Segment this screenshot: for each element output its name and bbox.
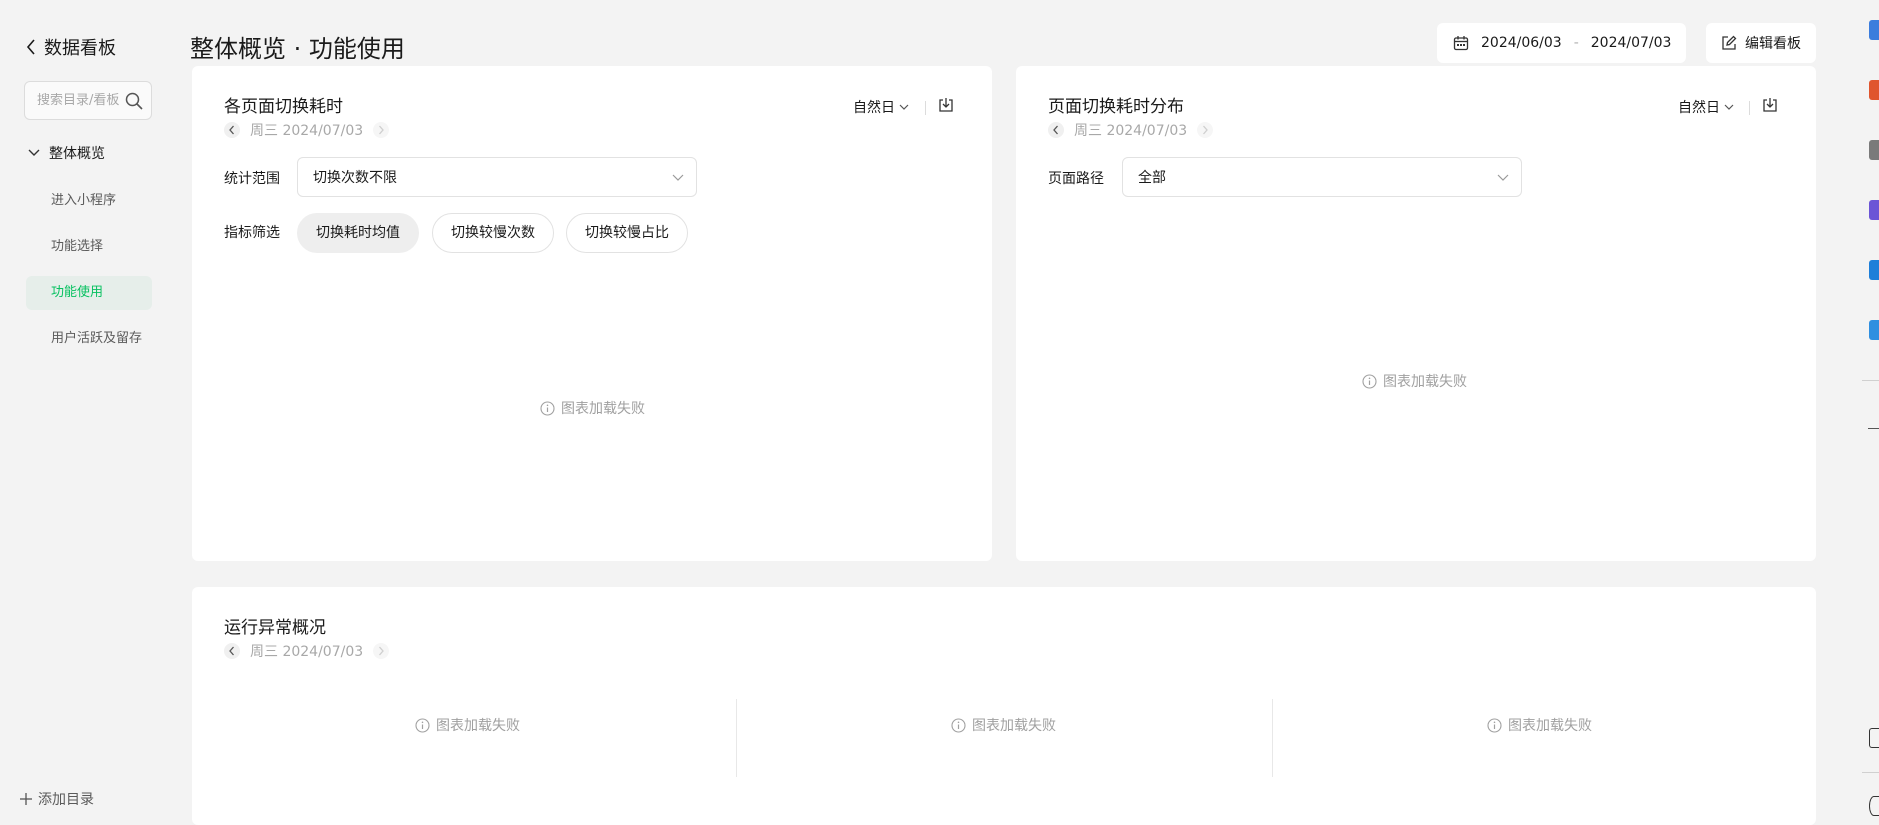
page-path-label: 页面路径 — [1048, 171, 1104, 187]
chart-load-failed: 图表加载失败 — [951, 715, 1056, 735]
range-select-value: 切换次数不限 — [313, 170, 397, 186]
page-path-select-value: 全部 — [1138, 170, 1166, 186]
tree-group-label: 整体概览 — [49, 146, 105, 162]
card-switch-time-distribution: 页面切换耗时分布 周三 2024/07/03 自然日 页面路径 全部 图表加载失… — [1016, 66, 1816, 561]
card-title: 页面切换耗时分布 — [1048, 97, 1184, 117]
edit-dashboard-button[interactable]: 编辑看板 — [1706, 23, 1816, 63]
card-runtime-exceptions: 运行异常概况 周三 2024/07/03 图表加载失败 图表加载失败 图表加载失… — [192, 587, 1816, 825]
chart-load-failed: 图表加载失败 — [540, 398, 645, 418]
next-day-button[interactable] — [373, 122, 390, 138]
sidebar-item-feature-selection[interactable]: 功能选择 — [26, 230, 152, 264]
metric-filter-label: 指标筛选 — [224, 225, 280, 241]
chevron-down-icon — [899, 104, 909, 110]
app-icon-5[interactable] — [1869, 260, 1879, 280]
date-navigator: 周三 2024/07/03 — [224, 120, 390, 140]
prev-day-button[interactable] — [224, 643, 240, 659]
chart-load-failed-text: 图表加载失败 — [1383, 374, 1467, 390]
chevron-down-icon — [1724, 104, 1734, 110]
granularity-dropdown[interactable]: 自然日 — [1678, 97, 1734, 117]
add-directory-label: 添加目录 — [38, 792, 94, 808]
page-path-select[interactable]: 全部 — [1122, 157, 1522, 197]
current-date-label: 周三 2024/07/03 — [250, 123, 364, 139]
prev-day-button[interactable] — [1048, 122, 1064, 138]
chevron-left-icon — [26, 39, 36, 55]
minus-icon[interactable] — [1868, 428, 1879, 429]
chart-load-failed-text: 图表加载失败 — [436, 718, 520, 734]
app-icon-6[interactable] — [1869, 320, 1879, 340]
current-date-label: 周三 2024/07/03 — [250, 644, 364, 660]
info-icon — [415, 717, 430, 733]
tree-group-overview[interactable]: 整体概览 — [28, 143, 105, 163]
granularity-value: 自然日 — [1678, 100, 1720, 116]
back-label: 数据看板 — [44, 38, 116, 59]
chart-load-failed-text: 图表加载失败 — [972, 718, 1056, 734]
metric-slow-switch-count[interactable]: 切换较慢次数 — [432, 213, 554, 253]
divider — [925, 101, 926, 115]
date-navigator: 周三 2024/07/03 — [224, 641, 390, 661]
range-select[interactable]: 切换次数不限 — [297, 157, 697, 197]
search-icon[interactable] — [125, 92, 143, 110]
granularity-dropdown[interactable]: 自然日 — [853, 97, 909, 117]
rail-divider — [1862, 380, 1879, 381]
range-label: 统计范围 — [224, 171, 280, 187]
download-icon[interactable] — [938, 97, 954, 113]
sidebar-item-user-activity-retention[interactable]: 用户活跃及留存 — [26, 322, 152, 356]
info-icon — [951, 717, 966, 733]
chart-load-failed-text: 图表加载失败 — [1508, 718, 1592, 734]
date-start[interactable]: 2024/06/03 — [1481, 35, 1562, 51]
prev-day-button[interactable] — [224, 122, 240, 138]
card-page-switch-time: 各页面切换耗时 周三 2024/07/03 自然日 统计范围 切换次数不限 指标… — [192, 66, 992, 561]
info-icon — [1362, 373, 1377, 389]
calendar-icon — [1453, 35, 1469, 51]
add-directory-button[interactable]: 添加目录 — [20, 789, 94, 809]
sidebar: 数据看板 整体概览 进入小程序 功能选择 功能使用 用户活跃及留存 添加目录 — [0, 0, 180, 825]
chart-load-failed-text: 图表加载失败 — [561, 401, 645, 417]
edit-icon — [1721, 35, 1737, 51]
app-icon-2[interactable] — [1869, 80, 1879, 100]
metric-slow-switch-ratio[interactable]: 切换较慢占比 — [566, 213, 688, 253]
sidebar-search-box[interactable] — [24, 81, 152, 120]
next-day-button[interactable] — [373, 643, 390, 659]
page-title: 整体概览 · 功能使用 — [190, 35, 405, 63]
info-icon — [540, 400, 555, 416]
date-separator: - — [1573, 35, 1579, 51]
card-title: 运行异常概况 — [224, 618, 326, 638]
edit-dashboard-label: 编辑看板 — [1745, 36, 1801, 52]
back-to-dashboards-button[interactable]: 数据看板 — [26, 34, 116, 60]
chart-load-failed: 图表加载失败 — [1362, 371, 1467, 391]
plus-icon — [20, 793, 32, 805]
current-date-label: 周三 2024/07/03 — [1074, 123, 1188, 139]
panel-divider — [1272, 699, 1273, 777]
granularity-value: 自然日 — [853, 100, 895, 116]
chevron-down-icon — [1497, 174, 1509, 181]
date-range-picker[interactable]: 2024/06/03 - 2024/07/03 — [1437, 23, 1686, 63]
card-title: 各页面切换耗时 — [224, 97, 343, 117]
screenshot-icon[interactable] — [1869, 728, 1879, 748]
next-day-button[interactable] — [1197, 122, 1214, 138]
right-app-rail — [1858, 0, 1879, 825]
date-navigator: 周三 2024/07/03 — [1048, 120, 1214, 140]
chart-load-failed: 图表加载失败 — [1487, 715, 1592, 735]
app-icon-4[interactable] — [1869, 200, 1879, 220]
sidebar-search-input[interactable] — [37, 93, 123, 108]
app-icon-3[interactable] — [1869, 140, 1879, 160]
chevron-down-icon — [28, 149, 40, 157]
metric-avg-switch-time[interactable]: 切换耗时均值 — [297, 213, 419, 253]
app-icon-1[interactable] — [1869, 20, 1879, 40]
sidebar-item-feature-usage[interactable]: 功能使用 — [26, 276, 152, 310]
download-icon[interactable] — [1762, 97, 1778, 113]
chevron-down-icon — [672, 174, 684, 181]
info-icon — [1487, 717, 1502, 733]
chart-load-failed: 图表加载失败 — [415, 715, 520, 735]
settings-icon[interactable] — [1869, 796, 1879, 816]
divider — [1749, 101, 1750, 115]
panel-divider — [736, 699, 737, 777]
sidebar-item-enter-miniprogram[interactable]: 进入小程序 — [26, 184, 152, 218]
date-end[interactable]: 2024/07/03 — [1591, 35, 1672, 51]
rail-divider — [1862, 772, 1879, 773]
